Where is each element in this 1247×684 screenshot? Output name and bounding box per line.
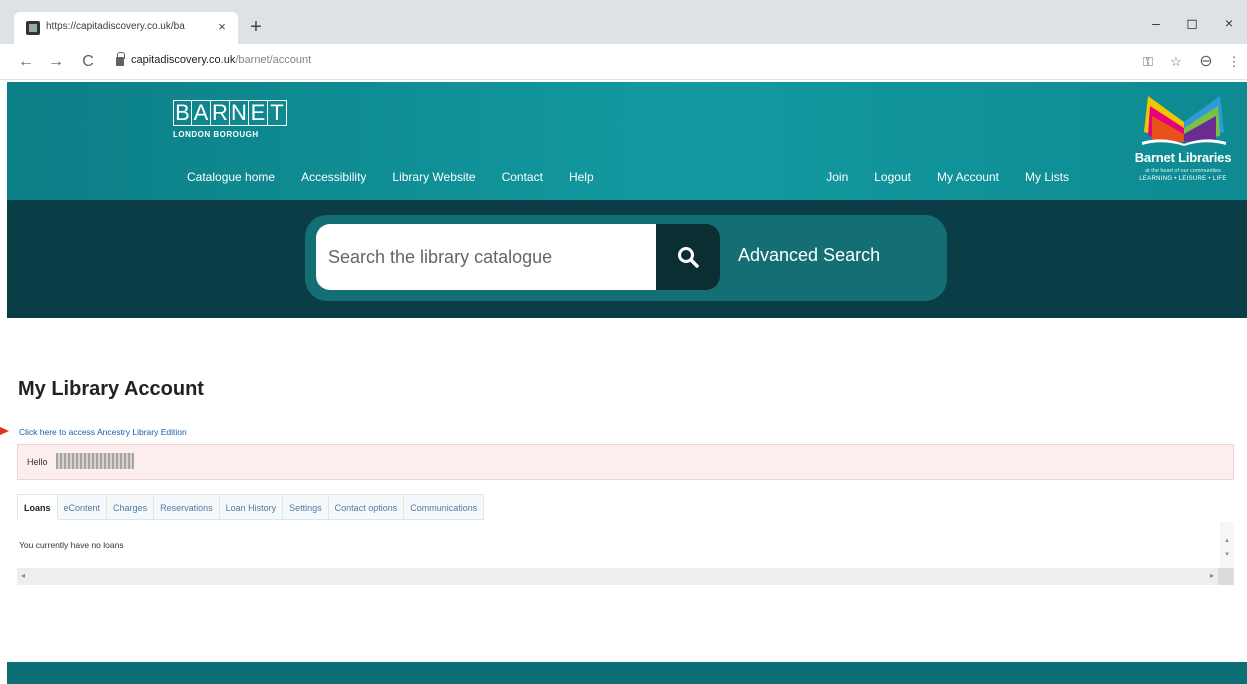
tab-charges[interactable]: Charges bbox=[107, 494, 155, 520]
search-button[interactable] bbox=[656, 224, 720, 290]
main-navigation: Catalogue home Accessibility Library Websi… bbox=[187, 170, 594, 184]
hello-label: Hello bbox=[27, 457, 48, 467]
tab-close-icon[interactable]: × bbox=[213, 18, 231, 36]
greeting-banner: Hello bbox=[17, 444, 1234, 480]
barnet-libraries-brand[interactable]: Barnet Libraries at the heart of our com… bbox=[1122, 88, 1244, 194]
nav-link-my-account[interactable]: My Account bbox=[937, 170, 999, 184]
scroll-right-icon[interactable]: ▸ bbox=[1210, 571, 1214, 580]
search-band: Advanced Search bbox=[7, 200, 1247, 318]
arrow-pointer-icon bbox=[0, 427, 9, 435]
vertical-scrollbar[interactable]: ▴ ▾ bbox=[1220, 522, 1234, 568]
logo-letter: T bbox=[268, 100, 287, 126]
search-container: Advanced Search bbox=[305, 215, 947, 301]
advanced-search-link[interactable]: Advanced Search bbox=[738, 245, 880, 266]
browser-tab[interactable]: https://capitadiscovery.co.uk/ba × bbox=[14, 12, 238, 44]
scroll-up-icon[interactable]: ▴ bbox=[1220, 536, 1234, 544]
address-bar: ← → C capitadiscovery.co.uk/barnet/accou… bbox=[0, 44, 1247, 80]
page-title: My Library Account bbox=[18, 378, 204, 400]
account-navigation: Join Logout My Account My Lists bbox=[826, 170, 1069, 184]
favicon-icon bbox=[26, 21, 40, 35]
profile-icon[interactable]: ⊖ bbox=[1196, 52, 1216, 72]
reload-button[interactable]: C bbox=[78, 52, 98, 72]
url-field[interactable]: capitadiscovery.co.uk/barnet/account bbox=[131, 54, 311, 66]
nav-link-help[interactable]: Help bbox=[569, 170, 594, 184]
barnet-logo[interactable]: BARNET LONDON BOROUGH bbox=[173, 100, 343, 150]
blurred-username bbox=[56, 453, 134, 469]
nav-link-catalogue-home[interactable]: Catalogue home bbox=[187, 170, 275, 184]
url-host: capitadiscovery.co.uk bbox=[131, 54, 236, 66]
forward-button[interactable]: → bbox=[46, 52, 66, 72]
nav-link-accessibility[interactable]: Accessibility bbox=[301, 170, 366, 184]
brand-name: Barnet Libraries bbox=[1134, 150, 1232, 165]
tab-econtent[interactable]: eContent bbox=[57, 494, 108, 520]
key-icon[interactable]: ⚿ bbox=[1138, 52, 1158, 72]
search-icon bbox=[678, 247, 699, 268]
scroll-down-icon[interactable]: ▾ bbox=[1220, 550, 1234, 558]
url-path: /barnet/account bbox=[235, 54, 312, 66]
new-tab-button[interactable]: + bbox=[246, 17, 266, 38]
tab-contact-options[interactable]: Contact options bbox=[328, 494, 405, 520]
loans-empty-message: You currently have no loans bbox=[19, 540, 124, 550]
tab-communications[interactable]: Communications bbox=[404, 494, 485, 520]
open-book-icon bbox=[1142, 96, 1226, 146]
lock-icon[interactable] bbox=[116, 52, 125, 66]
logo-letter: A bbox=[192, 100, 211, 126]
star-icon[interactable]: ☆ bbox=[1166, 52, 1186, 72]
tab-loan-history[interactable]: Loan History bbox=[219, 494, 284, 520]
scroll-left-icon[interactable]: ◂ bbox=[21, 571, 25, 580]
tab-loans[interactable]: Loans bbox=[17, 494, 58, 520]
brand-tagline: at the heart of our communities bbox=[1145, 168, 1221, 174]
nav-link-logout[interactable]: Logout bbox=[874, 170, 911, 184]
minimize-button[interactable]: – bbox=[1146, 13, 1166, 33]
menu-icon[interactable]: ⋮ bbox=[1224, 52, 1244, 72]
back-button[interactable]: ← bbox=[16, 52, 36, 72]
logo-subtitle: LONDON BOROUGH bbox=[173, 130, 259, 139]
search-input[interactable] bbox=[316, 224, 656, 290]
brand-tagline-2: LEARNING • LEISURE • LIFE bbox=[1139, 176, 1227, 182]
tab-settings[interactable]: Settings bbox=[283, 494, 329, 520]
horizontal-scrollbar[interactable]: ◂ ▸ bbox=[17, 568, 1234, 585]
nav-link-join[interactable]: Join bbox=[826, 170, 848, 184]
tab-title: https://capitadiscovery.co.uk/ba bbox=[46, 21, 185, 32]
logo-letters: BARNET bbox=[173, 100, 343, 126]
maximize-button[interactable]: ◻ bbox=[1182, 13, 1202, 33]
site-header: BARNET LONDON BOROUGH Catalogue home Acce… bbox=[7, 82, 1247, 200]
logo-letter: B bbox=[173, 100, 192, 126]
scrollbar-corner bbox=[1218, 568, 1234, 585]
browser-tab-strip: https://capitadiscovery.co.uk/ba × + – ◻… bbox=[0, 0, 1247, 44]
account-tabs: Loans eContent Charges Reservations Loan His… bbox=[17, 494, 485, 520]
site-footer bbox=[7, 662, 1247, 684]
nav-link-library-website[interactable]: Library Website bbox=[392, 170, 475, 184]
ancestry-library-link[interactable]: Click here to access Ancestry Library Ed… bbox=[19, 427, 187, 437]
logo-letter: E bbox=[249, 100, 268, 126]
window-close-button[interactable]: × bbox=[1219, 13, 1239, 33]
nav-link-contact[interactable]: Contact bbox=[502, 170, 543, 184]
logo-letter: N bbox=[230, 100, 249, 126]
nav-link-my-lists[interactable]: My Lists bbox=[1025, 170, 1069, 184]
logo-letter: R bbox=[211, 100, 230, 126]
tab-reservations[interactable]: Reservations bbox=[154, 494, 220, 520]
